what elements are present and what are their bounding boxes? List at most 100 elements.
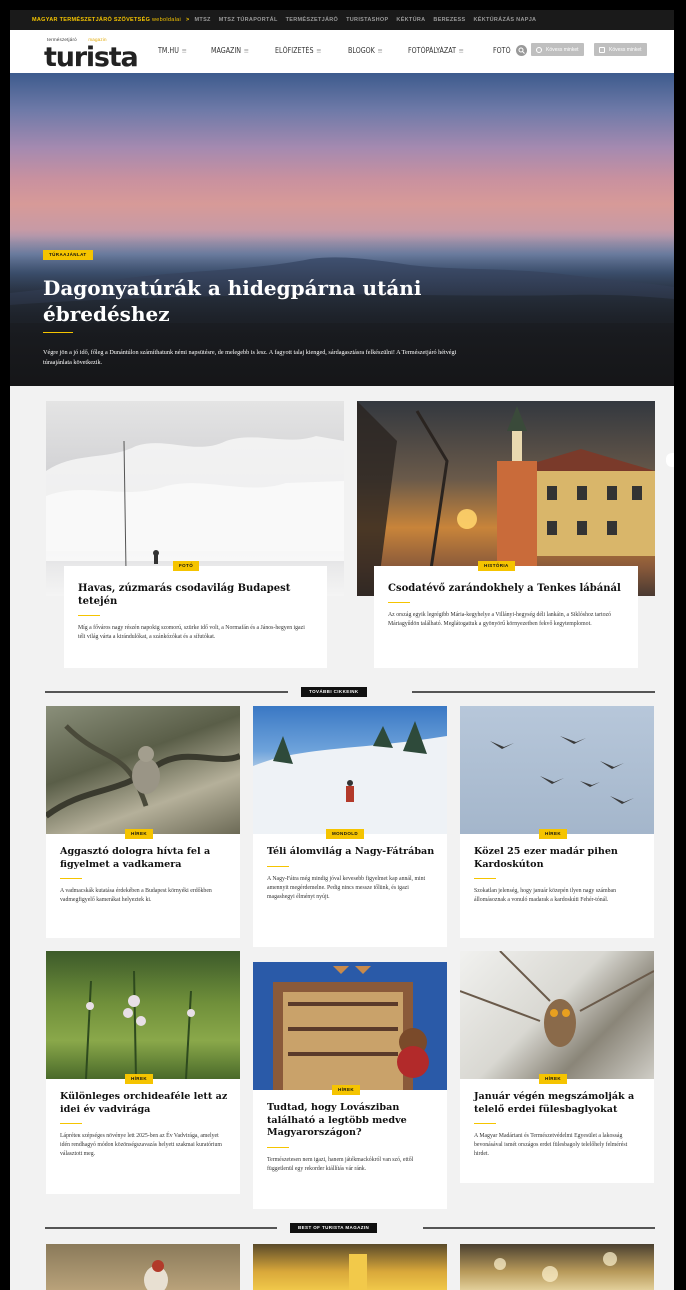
featured-card-title[interactable]: Csodatévő zarándokhely a Tenkes lábánál [388, 582, 624, 595]
article-image-mountain-hike[interactable] [253, 706, 447, 834]
menu-icon: ≡ [181, 46, 187, 55]
article-card[interactable]: MONDOLD Téli álomvilág a Nagy-Fátrában A… [253, 829, 447, 947]
article-card-title[interactable]: Közel 25 ezer madár pihen Kardoskúton [474, 846, 642, 871]
article-card[interactable]: HÍREK Közel 25 ezer madár pihen Kardoskú… [460, 829, 654, 938]
divider-line [45, 691, 288, 693]
nav-item-elofizetes[interactable]: ELŐFIZETÉS ≡ [275, 46, 321, 55]
article-card-title[interactable]: Különleges orchideaféle lett az idei év … [60, 1091, 228, 1116]
menu-icon: ≡ [243, 46, 249, 55]
card-divider [474, 878, 496, 879]
menu-icon: ≡ [377, 46, 383, 55]
wildcat-illustration [44, 724, 242, 819]
article-category-badge[interactable]: HÍREK [539, 1074, 568, 1084]
topbar-link[interactable]: BEREZESS [433, 17, 465, 23]
article-category-badge[interactable]: MONDOLD [326, 829, 365, 839]
topbar-link[interactable]: TERMÉSZETJÁRÓ [286, 17, 339, 23]
article-image-orchid[interactable] [46, 951, 240, 1080]
topbar-link[interactable]: MTSZ [195, 17, 211, 23]
section-divider-best-of: BEST OF TURISTA MAGAZIN [45, 1223, 655, 1233]
divider-line [45, 1227, 277, 1229]
menu-icon: ≡ [458, 46, 464, 55]
nav-item-blogok[interactable]: BLOGOK ≡ [348, 46, 383, 55]
article-card[interactable]: HÍREK Aggasztó dologra hívta fel a figye… [46, 829, 240, 938]
nav-label: MAGAZIN [210, 46, 241, 55]
menu-icon: ≡ [315, 46, 321, 55]
hero-title[interactable]: Dagonyatúrák a hidegpárna utáni ébredésh… [43, 275, 463, 327]
article-card[interactable]: HÍREK Különleges orchideaféle lett az id… [46, 1074, 240, 1194]
nav-item-tmhu[interactable]: TM.HU ≡ [158, 46, 187, 55]
topbar-link[interactable]: MTSZ TÚRAPORTÁL [219, 17, 278, 23]
article-card[interactable]: HÍREK Január végén megszámolják a telelő… [460, 1074, 654, 1183]
bokeh-illustration [494, 1252, 617, 1282]
site-logo[interactable]: természetjáró magazin turista [44, 33, 139, 73]
hero-divider [43, 332, 73, 333]
logo-word: turista [44, 42, 139, 73]
article-category-badge[interactable]: HÍREK [539, 829, 568, 839]
divider-line [412, 691, 655, 693]
topbar-link[interactable]: KÉKTÚRA [396, 17, 425, 23]
topbar-link[interactable]: KÉKTÚRÁZÁS NAPJA [473, 17, 536, 23]
article-image-owl[interactable] [459, 950, 655, 1079]
article-card-title[interactable]: Január végén megszámolják a telelő erdei… [474, 1091, 642, 1116]
card-divider [78, 615, 100, 616]
article-card-lead: Természetesen nem igazi, hanem játékmack… [267, 1156, 414, 1172]
topbar-link[interactable]: TURISTASHOP [346, 17, 388, 23]
article-card-title[interactable]: Aggasztó dologra hívta fel a figyelmet a… [60, 846, 228, 871]
article-category-badge[interactable]: HÍREK [125, 829, 154, 839]
network-topbar: MAGYAR TERMÉSZETJÁRÓ SZÖVETSÉG weboldala… [10, 10, 674, 30]
hero-article[interactable]: TÚRAAJÁNLAT Dagonyatúrák a hidegpárna ut… [10, 73, 674, 386]
main-nav: TM.HU ≡ MAGAZIN ≡ ELŐFIZETÉS ≡ BLOGOK ≡ FOTÓ… [158, 46, 533, 55]
section-label: BEST OF TURISTA MAGAZIN [290, 1223, 378, 1233]
hero-category-badge[interactable]: TÚRAAJÁNLAT [43, 250, 93, 260]
featured-card-lead: Az ország egyik legrégibb Mária-kegyhely… [388, 612, 611, 627]
search-icon[interactable] [516, 45, 527, 56]
instagram-follow-button[interactable]: Kövess minket [594, 43, 647, 56]
best-of-image-bird[interactable] [46, 1244, 240, 1290]
article-card-lead: A Nagy-Fátra még mindig jóval kevesebb f… [267, 875, 426, 900]
nav-label: FOTÓPÁLYÁZAT [408, 46, 457, 55]
nav-item-magazin[interactable]: MAGAZIN ≡ [211, 46, 249, 55]
facebook-icon [536, 46, 542, 53]
article-card[interactable]: HÍREK Tudtad, hogy Lovásziban található … [253, 1085, 447, 1209]
card-divider [474, 1123, 496, 1124]
bird-illustration [144, 1260, 168, 1290]
winter-hike-illustration [253, 721, 447, 834]
featured-card-lead: Míg a főváros nagy részén napokig szomor… [78, 625, 305, 640]
best-of-image-bokeh[interactable] [460, 1244, 654, 1290]
card-divider [267, 1146, 289, 1148]
article-image-cranes[interactable] [460, 706, 654, 834]
article-image-teddy-bears[interactable] [253, 962, 447, 1090]
featured-card[interactable]: HISTÓRIA Csodatévő zarándokhely a Tenkes… [374, 561, 638, 668]
browser-viewport: MAGYAR TERMÉSZETJÁRÓ SZÖVETSÉG weboldala… [10, 10, 674, 1290]
divider-line [423, 1227, 655, 1229]
follow-label: Kövess minket [546, 46, 579, 53]
side-scroll-tab[interactable] [666, 453, 674, 467]
nav-label: ELŐFIZETÉS [274, 46, 314, 55]
nav-item-foto[interactable]: FOTÓ [493, 46, 511, 55]
topbar-separator: > [186, 17, 190, 23]
card-divider [60, 1123, 82, 1124]
article-card-lead: A Magyar Madártani és Természetvédelmi E… [474, 1133, 628, 1157]
article-category-badge[interactable]: HÍREK [125, 1074, 154, 1084]
nav-item-fotopalyazat[interactable]: FOTÓPÁLYÁZAT ≡ [408, 46, 464, 55]
nav-label: FOTÓ [492, 46, 511, 55]
featured-card-title[interactable]: Havas, zúzmarás csodavilág Budapest tete… [78, 582, 313, 608]
nav-label: BLOGOK [348, 46, 376, 55]
featured-category-badge[interactable]: FOTÓ [173, 561, 200, 571]
network-brand-suffix: weboldalai [152, 17, 182, 23]
featured-category-badge[interactable]: HISTÓRIA [478, 561, 515, 571]
article-card-title[interactable]: Tudtad, hogy Lovásziban található a legt… [267, 1102, 435, 1140]
article-image-wildcat[interactable] [44, 706, 242, 834]
card-divider [267, 865, 289, 867]
article-category-badge[interactable]: HÍREK [332, 1085, 361, 1095]
article-card-title[interactable]: Téli álomvilág a Nagy-Fátrában [267, 846, 435, 859]
section-divider-more-articles: TOVÁBBI CIKKEINK [45, 687, 655, 697]
facebook-follow-button[interactable]: Kövess minket [531, 43, 584, 56]
network-brand[interactable]: MAGYAR TERMÉSZETJÁRÓ SZÖVETSÉG [32, 17, 150, 23]
autumn-hiker-illustration [349, 1254, 367, 1290]
featured-card[interactable]: FOTÓ Havas, zúzmarás csodavilág Budapest… [64, 561, 327, 668]
article-card-lead: A vadmacskák kutatása érdekében a Budape… [60, 888, 212, 903]
card-divider [60, 878, 82, 879]
best-of-image-autumn[interactable] [253, 1244, 447, 1290]
orchid-illustration [85, 970, 195, 1080]
